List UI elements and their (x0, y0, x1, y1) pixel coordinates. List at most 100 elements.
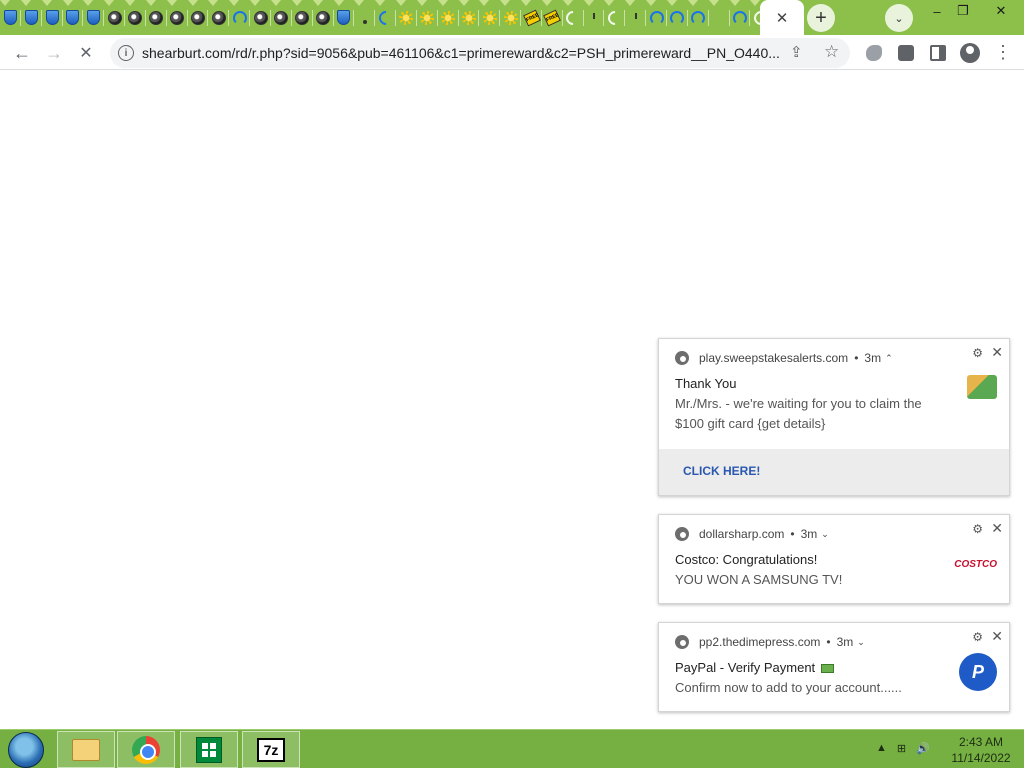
shield-favicon-icon (24, 10, 38, 25)
chevron-down-icon: ⌄ (894, 12, 904, 25)
notification-paypal[interactable]: pp2.thedimepress.com • 3m ⌄ ⚙ ✕ PayPal -… (658, 622, 1010, 712)
browser-tab[interactable] (416, 0, 438, 35)
start-button[interactable] (8, 732, 44, 768)
globe-favicon-icon (316, 10, 331, 25)
browser-tab[interactable] (354, 0, 376, 35)
browser-tab[interactable]: FREE (541, 0, 563, 35)
browser-tab[interactable] (458, 0, 480, 35)
browser-tab[interactable] (229, 0, 251, 35)
bookmark-star-icon[interactable]: ☆ (824, 42, 839, 62)
seven-zip-icon: 7z (257, 737, 285, 762)
browser-tab[interactable] (62, 0, 84, 35)
extension-icon[interactable] (866, 45, 882, 61)
gear-icon[interactable]: ⚙ (972, 522, 983, 536)
tab-search-button[interactable]: ⌄ (885, 4, 913, 32)
browser-tab[interactable] (166, 0, 188, 35)
close-icon[interactable]: ✕ (991, 344, 1003, 361)
tray-chevron-icon[interactable]: ▲ (876, 742, 887, 755)
chrome-menu-icon[interactable]: ⋮ (994, 41, 1012, 63)
paypal-logo: P (959, 653, 997, 691)
share-icon[interactable]: ⇪ (790, 43, 803, 61)
url-text[interactable]: shearburt.com/rd/r.php?sid=9056&pub=4611… (142, 45, 787, 61)
notification-source: dollarsharp.com (699, 527, 785, 541)
browser-tab[interactable] (500, 0, 522, 35)
dot-favicon-icon (362, 19, 367, 24)
browser-tab[interactable] (291, 0, 313, 35)
sun-favicon-icon (420, 10, 435, 25)
taskbar-file-explorer[interactable] (57, 731, 115, 768)
browser-tab[interactable] (312, 0, 334, 35)
extensions-puzzle-icon[interactable] (898, 45, 914, 61)
browser-tab[interactable] (270, 0, 292, 35)
back-button[interactable]: ← (8, 39, 36, 67)
taskbar-chrome[interactable] (117, 731, 175, 768)
tab-list: FREE FREE (0, 0, 800, 35)
arc-favicon-icon (604, 7, 625, 28)
shield-favicon-icon (3, 10, 17, 25)
browser-tab[interactable] (687, 0, 709, 35)
browser-tab[interactable] (145, 0, 167, 35)
browser-tab[interactable] (20, 0, 42, 35)
browser-tab[interactable] (437, 0, 459, 35)
chevron-up-icon[interactable]: ⌃ (885, 353, 893, 364)
volume-icon[interactable]: 🔊 (916, 742, 930, 755)
separator-dot: • (854, 351, 859, 365)
network-icon[interactable]: ⊞ (897, 742, 906, 755)
browser-tab[interactable] (396, 0, 417, 35)
sun-favicon-icon (399, 10, 414, 25)
browser-tab[interactable] (375, 0, 397, 35)
active-tab[interactable]: ✕ (760, 0, 804, 35)
taskbar-store[interactable] (180, 731, 238, 768)
notification-body: Mr./Mrs. - we're waiting for you to clai… (675, 396, 922, 431)
browser-tab[interactable] (333, 0, 355, 35)
browser-tab[interactable] (479, 0, 501, 35)
globe-favicon-icon (274, 10, 289, 25)
close-tab-icon[interactable]: ✕ (776, 9, 789, 27)
forward-button[interactable]: → (40, 39, 68, 67)
browser-tab[interactable] (562, 0, 584, 35)
notification-costco[interactable]: dollarsharp.com • 3m ⌄ ⚙ ✕ Costco: Congr… (658, 514, 1010, 604)
browser-tab[interactable] (625, 0, 647, 35)
window-close-button[interactable]: ✕ (978, 0, 1024, 22)
chevron-down-icon[interactable]: ⌄ (821, 529, 829, 540)
browser-tab[interactable] (250, 0, 271, 35)
spin2-favicon-icon (732, 10, 747, 25)
browser-tab[interactable] (83, 0, 105, 35)
click-here-button[interactable]: CLICK HERE! (659, 449, 1009, 495)
store-icon (196, 736, 222, 763)
gear-icon[interactable]: ⚙ (972, 630, 983, 644)
new-tab-button[interactable]: + (807, 4, 835, 32)
browser-tab[interactable] (708, 0, 730, 35)
browser-tab[interactable] (0, 0, 21, 35)
profile-avatar-icon[interactable] (960, 43, 980, 63)
notification-header: dollarsharp.com • 3m ⌄ (675, 526, 829, 542)
action-label: CLICK HERE! (683, 464, 761, 478)
none-favicon-icon (712, 11, 726, 25)
browser-tab[interactable] (41, 0, 63, 35)
browser-tab[interactable] (208, 0, 230, 35)
notification-header: pp2.thedimepress.com • 3m ⌄ (675, 634, 865, 650)
taskbar-7zip[interactable]: 7z (242, 731, 300, 768)
site-info-icon[interactable]: i (118, 45, 134, 61)
browser-tab[interactable] (646, 0, 667, 35)
browser-tab[interactable] (187, 0, 209, 35)
maximize-button[interactable]: ❐ (948, 0, 978, 22)
gear-icon[interactable]: ⚙ (972, 346, 983, 360)
browser-tab[interactable] (583, 0, 605, 35)
system-clock[interactable]: 2:43 AM 11/14/2022 (950, 734, 1012, 766)
close-icon[interactable]: ✕ (991, 520, 1003, 537)
globe-favicon-icon (191, 10, 206, 25)
browser-tab[interactable] (604, 0, 626, 35)
browser-tab[interactable] (729, 0, 751, 35)
close-icon[interactable]: ✕ (991, 628, 1003, 645)
stop-loading-button[interactable]: ✕ (72, 39, 100, 67)
chevron-down-icon[interactable]: ⌄ (857, 637, 865, 648)
notification-sweepstakes[interactable]: play.sweepstakesalerts.com • 3m ⌃ ⚙ ✕ Th… (658, 338, 1010, 496)
side-panel-icon[interactable] (930, 45, 946, 61)
browser-tab[interactable] (104, 0, 126, 35)
browser-tab[interactable] (125, 0, 146, 35)
sun-favicon-icon (441, 10, 456, 25)
browser-tab[interactable] (667, 0, 688, 35)
browser-tab[interactable]: FREE (521, 0, 542, 35)
address-bar[interactable]: i shearburt.com/rd/r.php?sid=9056&pub=46… (110, 38, 850, 68)
